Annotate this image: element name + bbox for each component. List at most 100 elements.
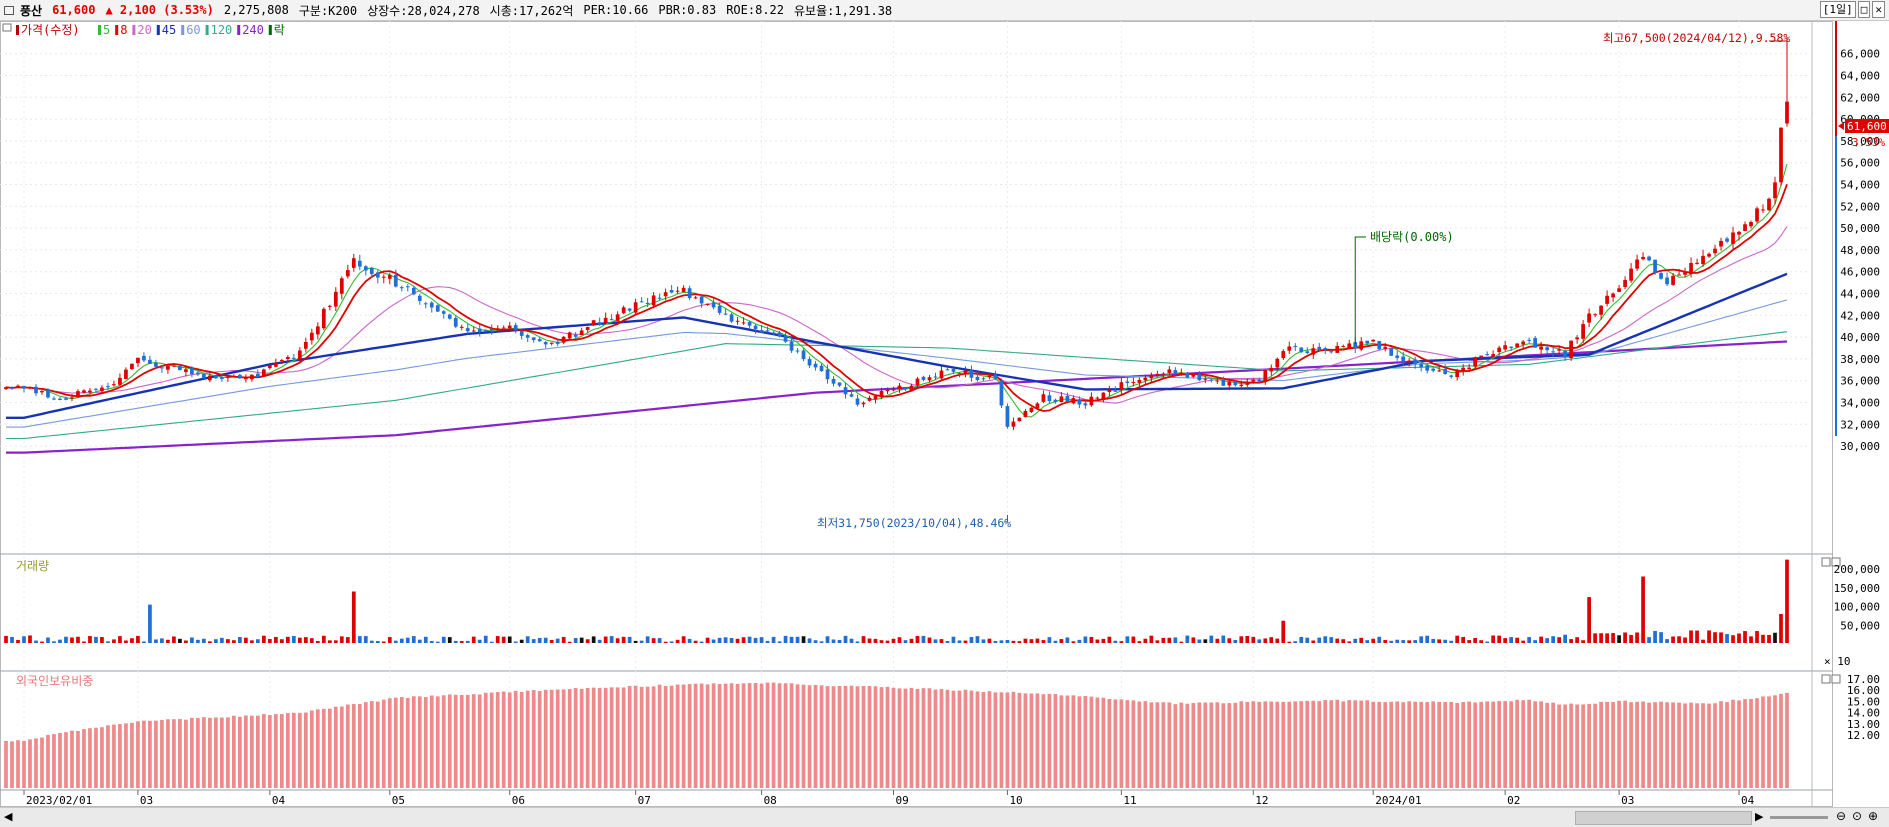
foreign-holding-bar (801, 684, 806, 788)
candle-body (1281, 351, 1286, 359)
volume-bar (1635, 632, 1639, 643)
zoom-reset-icon[interactable]: ⊙ (1852, 809, 1862, 823)
candle-body (1293, 345, 1298, 347)
volume-bar (387, 637, 392, 643)
foreign-holding-bar (1059, 695, 1064, 788)
foreign-holding-bar (339, 706, 344, 788)
foreign-holding-bar (1599, 701, 1603, 788)
volume-bar (130, 638, 134, 643)
volume-bar (873, 638, 878, 643)
volume-bar (1731, 635, 1735, 643)
scroll-left-icon[interactable]: ◀ (4, 810, 12, 823)
foreign-holding-bar (34, 738, 38, 788)
zoom-in-icon[interactable]: ⊕ (1868, 809, 1878, 823)
restore-button[interactable]: □ (1857, 1, 1871, 18)
volume-bar (981, 639, 986, 643)
scroll-thumb[interactable] (1575, 811, 1752, 825)
price-range-bar-blue (1835, 136, 1837, 436)
volume-bar (1659, 632, 1663, 643)
candle-body (1077, 399, 1082, 405)
volume-bar (459, 641, 464, 643)
foreign-holding-bar (255, 715, 260, 788)
candle-body (387, 275, 392, 279)
candle-body (777, 332, 782, 337)
volume-bar (921, 635, 926, 643)
volume-bar (184, 640, 188, 643)
current-price: 61,600 (52, 3, 96, 17)
close-button[interactable]: ✕ (1872, 1, 1885, 18)
volume-bar (1767, 634, 1771, 643)
foreign-holding-bar (1671, 702, 1675, 788)
volume-bar (957, 640, 962, 643)
candle-body (1311, 348, 1316, 355)
foreign-holding-bar (232, 715, 236, 788)
foreign-holding-bar (1371, 701, 1376, 788)
volume-bar (255, 639, 260, 643)
foreign-holding-bar (136, 721, 140, 788)
volume-bar (1491, 635, 1496, 643)
volume-bar (813, 640, 818, 643)
month-tick-label: 08 (764, 794, 777, 807)
foreign-holding-bar (1191, 702, 1196, 788)
candle-body (657, 297, 662, 299)
foreign-holding-bar (1557, 704, 1561, 788)
volume-bar (399, 638, 404, 643)
period-button[interactable]: [1일] (1819, 1, 1856, 18)
foreign-holding-bar (1155, 702, 1160, 788)
foreign-holding-bar (94, 727, 98, 788)
foreign-holding-bar (885, 686, 890, 788)
month-tick-label: 07 (638, 794, 651, 807)
candle-body (1413, 359, 1418, 364)
foreign-holding-bar (411, 696, 416, 788)
volume-bar (897, 637, 902, 643)
zoom-out-icon[interactable]: ⊖ (1836, 809, 1846, 823)
foreign-holding-bar (1569, 703, 1573, 788)
volume-bar (951, 636, 956, 643)
foreign-holding-bar (1755, 698, 1759, 788)
horizontal-scrollbar[interactable]: ◀ ▶ ⊖ ⊙ ⊕ (0, 807, 1889, 827)
month-tick-label: 02 (1507, 794, 1520, 807)
volume-bar (501, 636, 506, 643)
candle-body (687, 288, 692, 299)
candle-body (339, 278, 344, 294)
candle-body (651, 295, 656, 306)
candle-body (921, 376, 926, 380)
candle-body (1401, 356, 1406, 362)
candle-body (160, 367, 164, 369)
volume-bar (303, 637, 308, 643)
foreign-holding-bar (507, 692, 512, 788)
volume-bar (1287, 641, 1292, 643)
candle-body (753, 325, 758, 330)
zoom-slider[interactable] (1770, 816, 1828, 819)
volume-bar (993, 641, 998, 643)
candle-body (315, 326, 320, 335)
candle-body (154, 362, 158, 367)
candle-body (507, 325, 512, 329)
foreign-holding-bar (777, 683, 782, 788)
volume-bar (987, 638, 992, 643)
moving-average-lines (5, 163, 1788, 454)
candle-body (1713, 248, 1717, 254)
volume-bar (1515, 637, 1520, 643)
volume-bar (1245, 635, 1250, 643)
volume-bar (711, 639, 716, 643)
foreign-holding-bar (1503, 701, 1508, 788)
candle-body (1167, 369, 1172, 374)
foreign-holding-bar (1083, 695, 1088, 788)
volume-bar (405, 637, 410, 643)
legend-swatch (98, 25, 101, 35)
volume-bar (1191, 637, 1196, 643)
volume-bar (1083, 636, 1088, 643)
price-tick-label: 32,000 (1840, 418, 1880, 431)
stock-chart[interactable]: 30,000 32,000 34,000 36,000 38,000 40,000 42,0… (0, 21, 1889, 807)
candle-body (1539, 346, 1543, 350)
volume-bar (753, 637, 758, 643)
scroll-right-icon[interactable]: ▶ (1755, 810, 1763, 823)
foreign-holding-bar (1695, 703, 1699, 788)
foreign-holding-bar (1737, 700, 1741, 788)
candle-body (1743, 224, 1747, 231)
candle-body (513, 325, 518, 331)
candle-body (1101, 392, 1106, 400)
window-icon[interactable] (4, 5, 14, 15)
foreign-holding-bar (1077, 696, 1082, 788)
